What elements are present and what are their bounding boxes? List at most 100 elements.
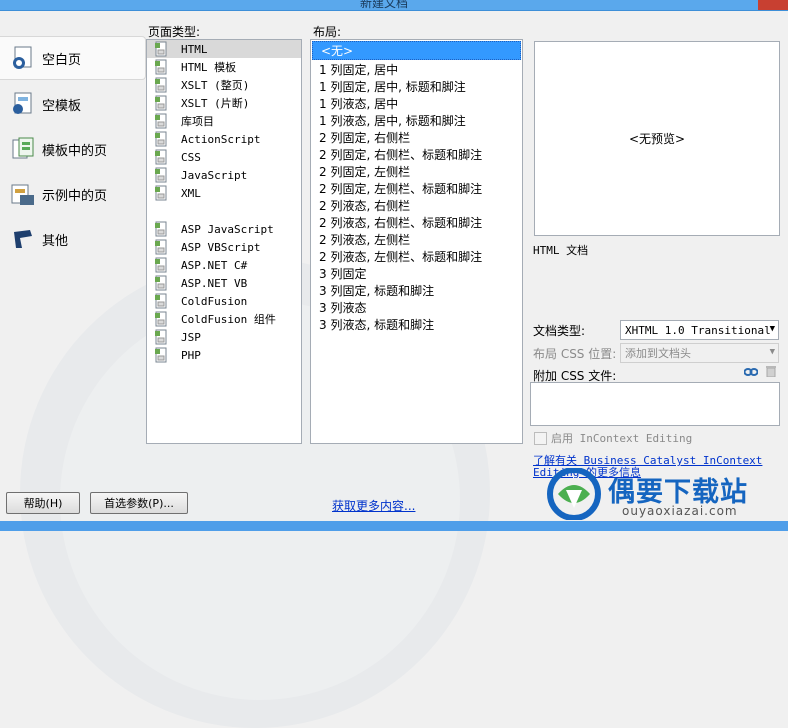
layout-item[interactable]: 2 列固定, 右侧栏: [311, 129, 522, 146]
sidebar-item-label: 模板中的页: [42, 143, 108, 159]
close-button[interactable]: [758, 0, 788, 10]
sidebar-item-empty-template[interactable]: 空模板: [0, 83, 146, 125]
page-type-item[interactable]: CSS: [147, 148, 301, 166]
layout-item[interactable]: 1 列固定, 居中, 标题和脚注: [311, 78, 522, 95]
page-type-item-label: 库项目: [181, 115, 214, 128]
page-type-item[interactable]: ActionScript: [147, 130, 301, 148]
sidebar-item-label: 示例中的页: [42, 188, 108, 204]
file-icon: [155, 257, 167, 273]
page-type-item[interactable]: ASP VBScript: [147, 238, 301, 256]
sidebar-item-label: 空白页: [42, 52, 82, 68]
sidebar-item-other[interactable]: 其他: [0, 218, 146, 260]
page-type-label: 页面类型:: [148, 25, 201, 39]
watermark-domain: ouyaoxiazai.com: [622, 504, 738, 518]
layout-item[interactable]: 3 列液态, 标题和脚注: [311, 316, 522, 333]
css-position-select[interactable]: 添加到文档头 ▼: [620, 343, 779, 363]
page-type-item[interactable]: HTML: [147, 40, 301, 58]
chevron-down-icon: ▼: [769, 347, 775, 357]
page-type-item-label: ASP.NET VB: [181, 276, 248, 290]
sidebar-item-label: 其他: [42, 233, 69, 249]
layout-item[interactable]: 1 列液态, 居中: [311, 95, 522, 112]
layout-item[interactable]: 1 列液态, 居中, 标题和脚注: [311, 112, 522, 129]
layout-list[interactable]: <无> 1 列固定, 居中 1 列固定, 居中, 标题和脚注 1 列液态, 居中 1 列…: [310, 39, 523, 444]
get-more-content-link[interactable]: 获取更多内容...: [332, 497, 415, 514]
page-type-list[interactable]: HTML HTML 模板 XSLT (整页) XSLT (片断) 库项目 ActionSc…: [146, 39, 302, 444]
page-type-item-label: XSLT (整页): [181, 79, 250, 92]
file-icon: [155, 329, 167, 345]
file-icon: [155, 221, 167, 237]
page-type-item[interactable]: XSLT (整页): [147, 76, 301, 94]
file-icon: [155, 275, 167, 291]
file-icon: [155, 77, 167, 93]
page-type-item[interactable]: XSLT (片断): [147, 94, 301, 112]
css-position-value: 添加到文档头: [625, 347, 691, 360]
sidebar-item-page-from-sample[interactable]: 示例中的页: [0, 173, 146, 215]
file-icon: [155, 347, 167, 363]
sidebar-item-label: 空模板: [42, 98, 82, 114]
layout-item[interactable]: 2 列液态, 左侧栏、标题和脚注: [311, 248, 522, 265]
taskbar-strip: [0, 521, 788, 531]
watermark-logo: 偶要下载站 ouyaoxiazai.com: [544, 468, 784, 520]
page-type-item-label: HTML 模板: [181, 61, 237, 74]
layout-item[interactable]: 3 列液态: [311, 299, 522, 316]
page-type-item[interactable]: JSP: [147, 328, 301, 346]
page-type-item[interactable]: JavaScript: [147, 166, 301, 184]
preview-panel: <无预览>: [534, 41, 780, 236]
blank-page-icon: [10, 45, 36, 71]
file-icon: [155, 185, 167, 201]
file-icon: [155, 311, 167, 327]
layout-item[interactable]: 2 列固定, 右侧栏、标题和脚注: [311, 146, 522, 163]
layout-item[interactable]: 2 列固定, 左侧栏、标题和脚注: [311, 180, 522, 197]
file-icon: [155, 59, 167, 75]
page-type-item-label: JavaScript: [181, 168, 248, 182]
link-icon[interactable]: [743, 366, 759, 380]
page-type-item[interactable]: ASP.NET C#: [147, 256, 301, 274]
page-type-item-label: ASP VBScript: [181, 240, 261, 254]
layout-item[interactable]: 1 列固定, 居中: [311, 61, 522, 78]
page-type-item[interactable]: 库项目: [147, 112, 301, 130]
page-type-item-label: ColdFusion: [181, 294, 248, 308]
page-type-item-label: XSLT (片断): [181, 97, 250, 110]
layout-item[interactable]: 2 列液态, 左侧栏: [311, 231, 522, 248]
sidebar-item-page-from-template[interactable]: 模板中的页: [0, 128, 146, 170]
empty-template-icon: [10, 91, 36, 117]
page-type-item-label: HTML: [181, 42, 208, 56]
watermark-logo-icon: [547, 468, 601, 520]
layout-item[interactable]: 3 列固定, 标题和脚注: [311, 282, 522, 299]
page-type-item-label: ASP.NET C#: [181, 258, 248, 272]
page-type-item[interactable]: PHP: [147, 346, 301, 364]
layout-item[interactable]: 2 列固定, 左侧栏: [311, 163, 522, 180]
preview-text: <无预览>: [628, 132, 686, 146]
doc-type-select[interactable]: XHTML 1.0 Transitional ▼: [620, 320, 779, 340]
page-type-item[interactable]: ColdFusion: [147, 292, 301, 310]
page-type-item-label: CSS: [181, 150, 201, 164]
page-type-item-label: JSP: [181, 330, 201, 344]
page-from-sample-icon: [10, 181, 36, 207]
file-icon: [155, 293, 167, 309]
file-icon: [155, 149, 167, 165]
page-type-item-label: ActionScript: [181, 132, 261, 146]
layout-item[interactable]: <无>: [312, 41, 521, 60]
page-type-item-label: XML: [181, 186, 201, 200]
page-type-item[interactable]: ASP JavaScript: [147, 220, 301, 238]
file-icon: [155, 131, 167, 147]
layout-item[interactable]: 2 列液态, 右侧栏: [311, 197, 522, 214]
page-type-item-label: PHP: [181, 348, 201, 362]
incontext-checkbox[interactable]: 启用 InContext Editing: [534, 430, 692, 446]
layout-item[interactable]: 3 列固定: [311, 265, 522, 282]
help-button[interactable]: 帮助(H): [6, 492, 80, 514]
page-type-item[interactable]: XML: [147, 184, 301, 202]
attach-css-list[interactable]: [530, 382, 780, 426]
sidebar-item-blank-page[interactable]: 空白页: [0, 36, 146, 80]
page-type-item[interactable]: ColdFusion 组件: [147, 310, 301, 328]
file-icon: [155, 239, 167, 255]
preview-description: HTML 文档: [533, 244, 589, 257]
preferences-button[interactable]: 首选参数(P)...: [90, 492, 188, 514]
checkbox-box[interactable]: [534, 431, 547, 445]
page-type-item[interactable]: HTML 模板: [147, 58, 301, 76]
page-type-item[interactable]: ASP.NET VB: [147, 274, 301, 292]
layout-item[interactable]: 2 列液态, 右侧栏、标题和脚注: [311, 214, 522, 231]
trash-icon[interactable]: [765, 365, 777, 380]
other-icon: [10, 226, 36, 252]
